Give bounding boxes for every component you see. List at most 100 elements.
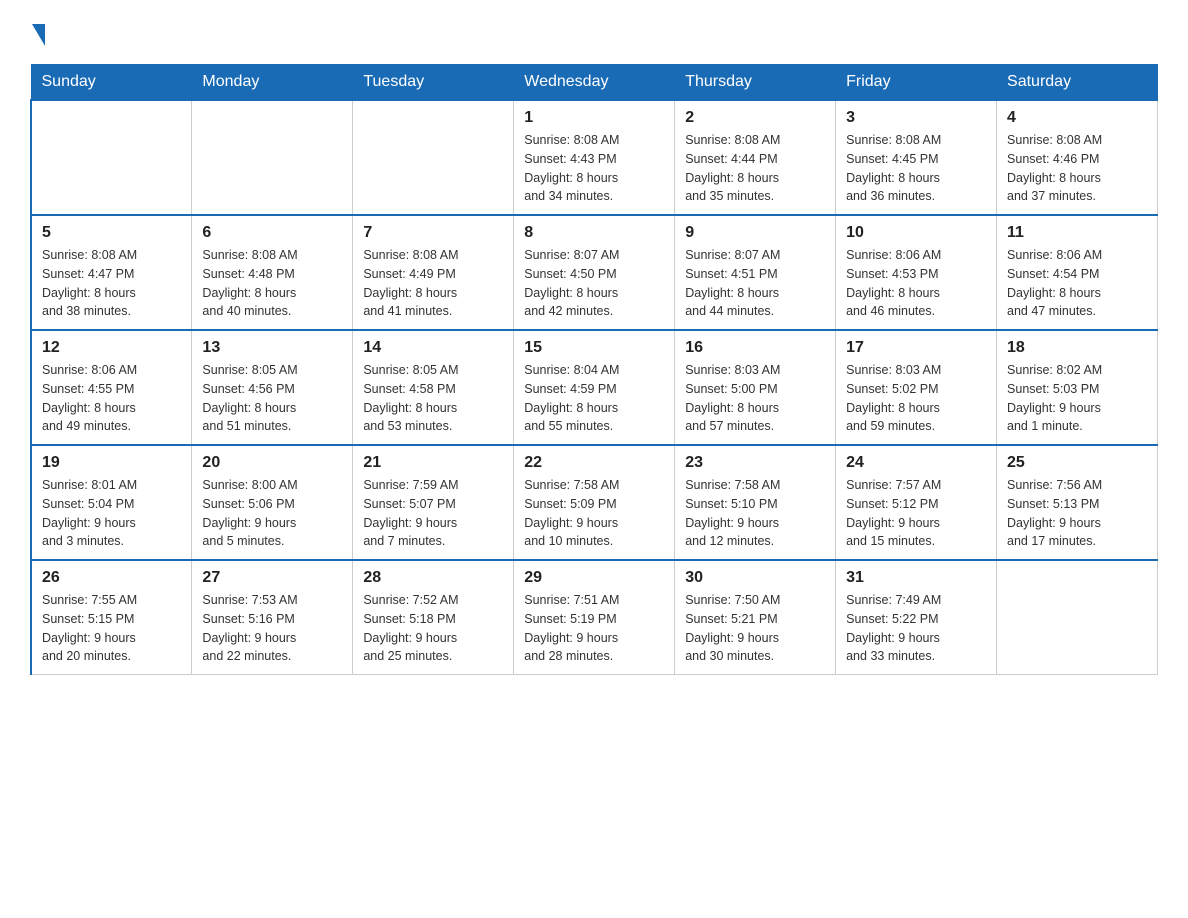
day-info: Sunrise: 7:59 AM Sunset: 5:07 PM Dayligh… [363, 476, 503, 551]
day-info: Sunrise: 8:05 AM Sunset: 4:58 PM Dayligh… [363, 361, 503, 436]
calendar-cell: 11 Sunrise: 8:06 AM Sunset: 4:54 PM Dayli… [997, 215, 1158, 330]
weekday-header-friday: Friday [836, 65, 997, 101]
weekday-header-row: SundayMondayTuesdayWednesdayThursdayFrid… [31, 65, 1158, 101]
day-info: Sunrise: 8:08 AM Sunset: 4:44 PM Dayligh… [685, 131, 825, 206]
calendar-cell: 12 Sunrise: 8:06 AM Sunset: 4:55 PM Dayli… [31, 330, 192, 445]
calendar-cell: 22Sunrise: 7:58 AM Sunset: 5:09 PM Dayli… [514, 445, 675, 560]
calendar-cell: 3 Sunrise: 8:08 AM Sunset: 4:45 PM Daylig… [836, 100, 997, 215]
calendar-cell: 7Sunrise: 8:08 AM Sunset: 4:49 PM Daylig… [353, 215, 514, 330]
week-row-1: 1 Sunrise: 8:08 AM Sunset: 4:43 PM Daylig… [31, 100, 1158, 215]
weekday-header-tuesday: Tuesday [353, 65, 514, 101]
week-row-3: 12 Sunrise: 8:06 AM Sunset: 4:55 PM Dayli… [31, 330, 1158, 445]
day-info: Sunrise: 8:08 AM Sunset: 4:47 PM Dayligh… [42, 246, 181, 321]
day-info: Sunrise: 7:58 AM Sunset: 5:09 PM Dayligh… [524, 476, 664, 551]
day-info: Sunrise: 7:49 AM Sunset: 5:22 PM Dayligh… [846, 591, 986, 666]
calendar-cell: 27Sunrise: 7:53 AM Sunset: 5:16 PM Dayli… [192, 560, 353, 675]
weekday-header-monday: Monday [192, 65, 353, 101]
day-number: 21 [363, 454, 503, 472]
calendar-cell: 21 Sunrise: 7:59 AM Sunset: 5:07 PM Dayli… [353, 445, 514, 560]
day-number: 2 [685, 109, 825, 127]
calendar-cell: 10 Sunrise: 8:06 AM Sunset: 4:53 PM Dayli… [836, 215, 997, 330]
calendar-cell: 19 Sunrise: 8:01 AM Sunset: 5:04 PM Dayli… [31, 445, 192, 560]
calendar-cell: 8Sunrise: 8:07 AM Sunset: 4:50 PM Daylig… [514, 215, 675, 330]
day-info: Sunrise: 8:08 AM Sunset: 4:43 PM Dayligh… [524, 131, 664, 206]
day-info: Sunrise: 8:01 AM Sunset: 5:04 PM Dayligh… [42, 476, 181, 551]
day-number: 11 [1007, 224, 1147, 242]
calendar-cell: 17 Sunrise: 8:03 AM Sunset: 5:02 PM Dayli… [836, 330, 997, 445]
calendar-cell [997, 560, 1158, 675]
calendar-cell: 20Sunrise: 8:00 AM Sunset: 5:06 PM Dayli… [192, 445, 353, 560]
header [30, 20, 1158, 46]
calendar-cell: 4Sunrise: 8:08 AM Sunset: 4:46 PM Daylig… [997, 100, 1158, 215]
day-number: 27 [202, 569, 342, 587]
day-info: Sunrise: 8:03 AM Sunset: 5:00 PM Dayligh… [685, 361, 825, 436]
logo-triangle-icon [32, 24, 45, 46]
day-info: Sunrise: 8:04 AM Sunset: 4:59 PM Dayligh… [524, 361, 664, 436]
day-info: Sunrise: 8:07 AM Sunset: 4:51 PM Dayligh… [685, 246, 825, 321]
day-info: Sunrise: 7:55 AM Sunset: 5:15 PM Dayligh… [42, 591, 181, 666]
calendar-cell: 2 Sunrise: 8:08 AM Sunset: 4:44 PM Daylig… [675, 100, 836, 215]
day-number: 26 [42, 569, 181, 587]
calendar-cell: 16Sunrise: 8:03 AM Sunset: 5:00 PM Dayli… [675, 330, 836, 445]
day-info: Sunrise: 8:02 AM Sunset: 5:03 PM Dayligh… [1007, 361, 1147, 436]
day-number: 17 [846, 339, 986, 357]
day-number: 30 [685, 569, 825, 587]
day-number: 19 [42, 454, 181, 472]
day-info: Sunrise: 7:58 AM Sunset: 5:10 PM Dayligh… [685, 476, 825, 551]
calendar-cell: 9 Sunrise: 8:07 AM Sunset: 4:51 PM Daylig… [675, 215, 836, 330]
calendar-cell: 14 Sunrise: 8:05 AM Sunset: 4:58 PM Dayli… [353, 330, 514, 445]
day-number: 18 [1007, 339, 1147, 357]
day-number: 5 [42, 224, 181, 242]
day-number: 15 [524, 339, 664, 357]
calendar-cell [31, 100, 192, 215]
calendar-cell: 31 Sunrise: 7:49 AM Sunset: 5:22 PM Dayli… [836, 560, 997, 675]
day-number: 9 [685, 224, 825, 242]
day-number: 31 [846, 569, 986, 587]
day-number: 3 [846, 109, 986, 127]
calendar-cell: 29Sunrise: 7:51 AM Sunset: 5:19 PM Dayli… [514, 560, 675, 675]
day-number: 28 [363, 569, 503, 587]
calendar-cell: 24Sunrise: 7:57 AM Sunset: 5:12 PM Dayli… [836, 445, 997, 560]
day-number: 25 [1007, 454, 1147, 472]
calendar-cell: 30 Sunrise: 7:50 AM Sunset: 5:21 PM Dayli… [675, 560, 836, 675]
calendar-cell: 23 Sunrise: 7:58 AM Sunset: 5:10 PM Dayli… [675, 445, 836, 560]
calendar-cell: 15 Sunrise: 8:04 AM Sunset: 4:59 PM Dayli… [514, 330, 675, 445]
weekday-header-thursday: Thursday [675, 65, 836, 101]
day-info: Sunrise: 8:08 AM Sunset: 4:49 PM Dayligh… [363, 246, 503, 321]
day-number: 13 [202, 339, 342, 357]
day-info: Sunrise: 8:03 AM Sunset: 5:02 PM Dayligh… [846, 361, 986, 436]
calendar-cell [353, 100, 514, 215]
day-info: Sunrise: 7:52 AM Sunset: 5:18 PM Dayligh… [363, 591, 503, 666]
calendar-cell: 25 Sunrise: 7:56 AM Sunset: 5:13 PM Dayli… [997, 445, 1158, 560]
weekday-header-sunday: Sunday [31, 65, 192, 101]
day-info: Sunrise: 8:06 AM Sunset: 4:53 PM Dayligh… [846, 246, 986, 321]
day-info: Sunrise: 8:07 AM Sunset: 4:50 PM Dayligh… [524, 246, 664, 321]
day-info: Sunrise: 8:08 AM Sunset: 4:45 PM Dayligh… [846, 131, 986, 206]
week-row-5: 26 Sunrise: 7:55 AM Sunset: 5:15 PM Dayli… [31, 560, 1158, 675]
logo [30, 20, 45, 46]
day-number: 12 [42, 339, 181, 357]
day-number: 6 [202, 224, 342, 242]
weekday-header-wednesday: Wednesday [514, 65, 675, 101]
weekday-header-saturday: Saturday [997, 65, 1158, 101]
calendar-cell: 1 Sunrise: 8:08 AM Sunset: 4:43 PM Daylig… [514, 100, 675, 215]
day-number: 10 [846, 224, 986, 242]
day-number: 1 [524, 109, 664, 127]
day-info: Sunrise: 7:56 AM Sunset: 5:13 PM Dayligh… [1007, 476, 1147, 551]
day-info: Sunrise: 7:51 AM Sunset: 5:19 PM Dayligh… [524, 591, 664, 666]
day-info: Sunrise: 7:57 AM Sunset: 5:12 PM Dayligh… [846, 476, 986, 551]
day-info: Sunrise: 8:06 AM Sunset: 4:54 PM Dayligh… [1007, 246, 1147, 321]
calendar-cell [192, 100, 353, 215]
day-info: Sunrise: 8:06 AM Sunset: 4:55 PM Dayligh… [42, 361, 181, 436]
week-row-2: 5 Sunrise: 8:08 AM Sunset: 4:47 PM Daylig… [31, 215, 1158, 330]
calendar-cell: 28 Sunrise: 7:52 AM Sunset: 5:18 PM Dayli… [353, 560, 514, 675]
day-number: 20 [202, 454, 342, 472]
calendar-cell: 26 Sunrise: 7:55 AM Sunset: 5:15 PM Dayli… [31, 560, 192, 675]
day-number: 4 [1007, 109, 1147, 127]
calendar-cell: 6Sunrise: 8:08 AM Sunset: 4:48 PM Daylig… [192, 215, 353, 330]
day-number: 14 [363, 339, 503, 357]
day-number: 23 [685, 454, 825, 472]
day-info: Sunrise: 8:05 AM Sunset: 4:56 PM Dayligh… [202, 361, 342, 436]
calendar-cell: 18 Sunrise: 8:02 AM Sunset: 5:03 PM Dayli… [997, 330, 1158, 445]
day-info: Sunrise: 7:50 AM Sunset: 5:21 PM Dayligh… [685, 591, 825, 666]
